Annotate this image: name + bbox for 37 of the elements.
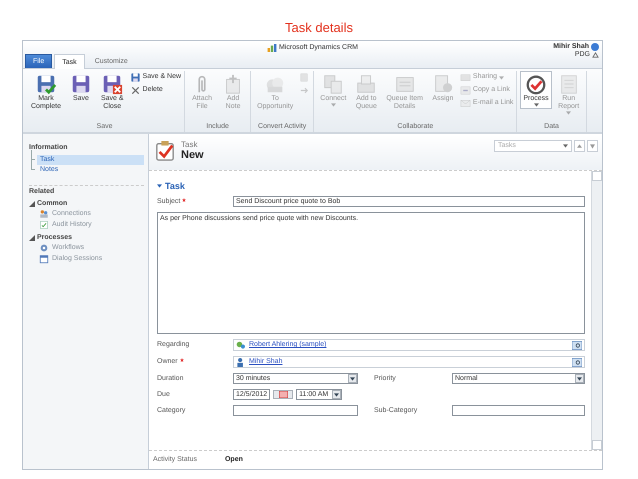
task-icon bbox=[155, 140, 175, 162]
email-icon bbox=[460, 98, 471, 109]
user-icon bbox=[236, 358, 245, 367]
caret-icon bbox=[563, 144, 568, 148]
window-icon bbox=[39, 254, 49, 264]
calendar-icon bbox=[278, 391, 288, 398]
document-icon bbox=[39, 220, 49, 230]
people-icon bbox=[39, 208, 49, 219]
input-field[interactable] bbox=[452, 405, 585, 416]
process-icon bbox=[525, 73, 548, 95]
down-arrow-icon bbox=[590, 144, 595, 148]
up-arrow-icon bbox=[577, 144, 582, 148]
help-icon[interactable] bbox=[591, 43, 599, 52]
lookup-icon[interactable] bbox=[572, 340, 582, 350]
previous-button[interactable] bbox=[574, 140, 585, 152]
caret-icon bbox=[350, 376, 355, 381]
caret-icon bbox=[334, 392, 340, 397]
lookup-icon[interactable] bbox=[572, 358, 582, 367]
next-button[interactable] bbox=[587, 140, 598, 152]
slide-title: Task details bbox=[285, 20, 353, 36]
collapse-icon[interactable] bbox=[592, 52, 599, 58]
contact-icon bbox=[236, 340, 245, 350]
entity-name: Task bbox=[181, 140, 198, 150]
record-name: New bbox=[181, 149, 204, 162]
connect-icon bbox=[322, 73, 344, 95]
input-field[interactable] bbox=[233, 405, 358, 416]
expander-icon[interactable] bbox=[29, 201, 35, 208]
section-title: Task bbox=[165, 181, 185, 192]
queue-icon bbox=[355, 73, 378, 95]
expander-icon[interactable] bbox=[29, 235, 35, 242]
expander-icon[interactable] bbox=[157, 184, 162, 188]
calendar-button[interactable] bbox=[273, 390, 294, 400]
delete-icon bbox=[130, 85, 141, 96]
scrollbar[interactable] bbox=[591, 171, 602, 450]
caret-icon bbox=[577, 376, 582, 381]
logo-icon bbox=[267, 44, 278, 52]
save-close-icon bbox=[101, 73, 124, 95]
